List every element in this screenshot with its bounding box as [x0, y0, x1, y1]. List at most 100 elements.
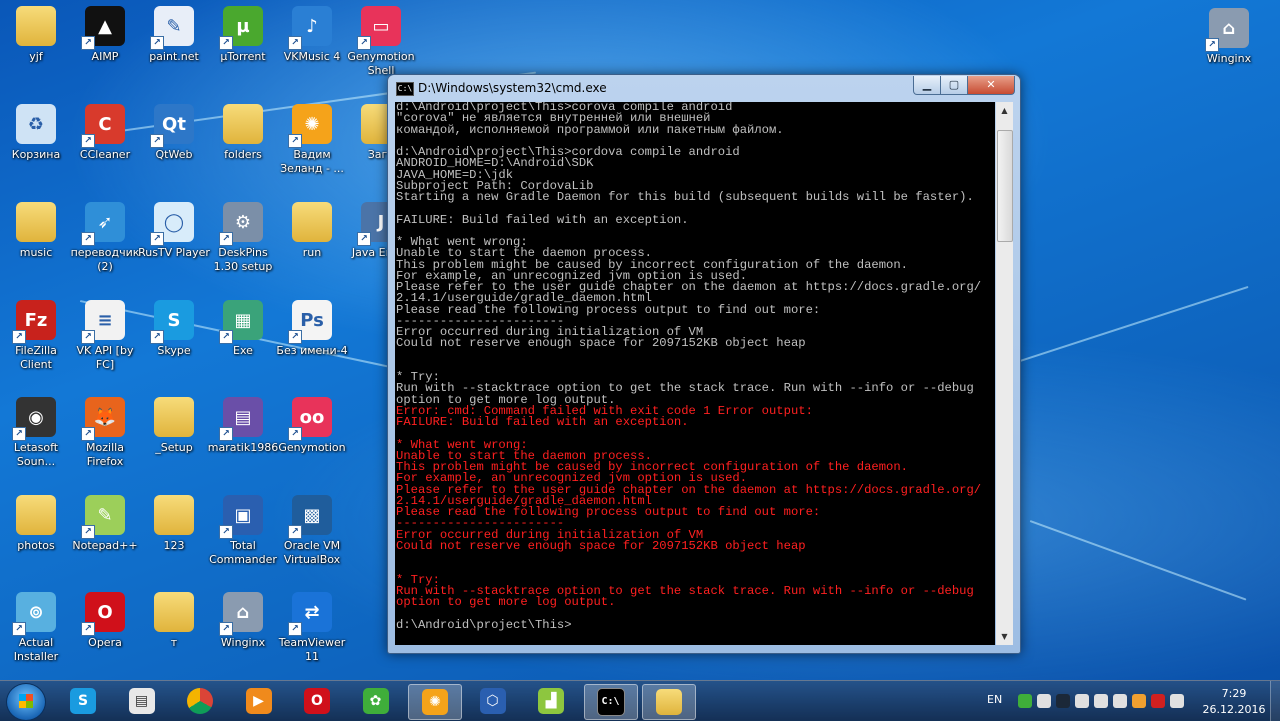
desktop-icon[interactable]: ▦ ↗ Exe — [207, 300, 279, 358]
vertical-scrollbar[interactable]: ▲ ▼ — [996, 102, 1013, 645]
taskbar-button[interactable] — [174, 684, 226, 718]
desktop-icon[interactable]: ♻ Корзина — [0, 104, 72, 162]
desktop-icon[interactable]: oo ↗ Genymotion — [276, 397, 348, 455]
close-button[interactable]: ✕ — [967, 76, 1015, 95]
desktop-icon[interactable]: ≡ ↗ VK API [by FC] — [69, 300, 141, 372]
shortcut-arrow-icon: ↗ — [288, 134, 302, 148]
desktop-icon-label: Skype — [157, 344, 191, 357]
desktop-icon[interactable]: photos — [0, 495, 72, 553]
desktop-icon-label: CCleaner — [79, 148, 131, 161]
cmd-titlebar[interactable]: C:\ D:\Windows\system32\cmd.exe ▁ ▢ ✕ — [388, 75, 1020, 101]
desktop-icon[interactable]: O ↗ Opera — [69, 592, 141, 650]
desktop-icon[interactable]: ✺ ↗ Вадим Зеланд - ... — [276, 104, 348, 176]
desktop-icon[interactable]: ➶ ↗ переводчик (2) — [69, 202, 141, 274]
shortcut-arrow-icon: ↗ — [288, 427, 302, 441]
desktop-icon[interactable]: S ↗ Skype — [138, 300, 210, 358]
desktop-icon[interactable]: ▣ ↗ Total Commander — [207, 495, 279, 567]
desktop-icon[interactable]: ⊚ ↗ Actual Installer — [0, 592, 72, 664]
shortcut-arrow-icon: ↗ — [81, 36, 95, 50]
shortcut-arrow-icon: ↗ — [81, 622, 95, 636]
start-button[interactable] — [6, 683, 46, 721]
network-icon[interactable] — [1113, 694, 1127, 708]
desktop-icon[interactable]: 123 — [138, 495, 210, 553]
desktop-icon[interactable]: run — [276, 202, 348, 260]
desktop-icon[interactable]: yjf — [0, 6, 72, 64]
desktop-icon[interactable]: ◉ ↗ Letasoft Soun... — [0, 397, 72, 469]
console-line: d:\Android\project\This> — [396, 617, 572, 632]
desktop-icon-label: 123 — [163, 539, 185, 552]
desktop-icon[interactable]: 🦊 ↗ Mozilla Firefox — [69, 397, 141, 469]
qtweb-icon: Qt ↗ — [150, 104, 194, 148]
clover-icon[interactable] — [1018, 694, 1032, 708]
desktop-icon[interactable]: ⌂ ↗ Winginx — [1193, 8, 1265, 66]
desktop-icon[interactable]: ⚙ ↗ DeskPins 1.30 setup — [207, 202, 279, 274]
teamviewer-icon: ⇄ ↗ — [288, 592, 332, 636]
browser-icon[interactable] — [1132, 694, 1146, 708]
vkmusic-icon: ♪ ↗ — [288, 6, 332, 50]
scrollbar-thumb[interactable] — [997, 130, 1013, 242]
desktop-icon[interactable]: music — [0, 202, 72, 260]
taskbar-button[interactable]: ▟ — [525, 684, 577, 718]
genymotion-shell-icon: ▭ ↗ — [357, 6, 401, 50]
desktop-icon[interactable]: ✎ ↗ paint.net — [138, 6, 210, 64]
taskbar-button[interactable] — [642, 684, 696, 720]
cmd-window[interactable]: C:\ D:\Windows\system32\cmd.exe ▁ ▢ ✕ d:… — [387, 74, 1021, 654]
scroll-down-icon[interactable]: ▼ — [996, 628, 1013, 645]
desktop-icon[interactable]: ▩ ↗ Oracle VM VirtualBox — [276, 495, 348, 567]
winginx-icon: ⌂ ↗ — [1205, 8, 1249, 52]
desktop-icon[interactable]: ▲ ↗ AIMP — [69, 6, 141, 64]
desktop-icon[interactable]: ◯ ↗ RusTV Player — [138, 202, 210, 260]
desktop-icon[interactable]: ✎ ↗ Notepad++ — [69, 495, 141, 553]
desktop-icon[interactable]: folders — [207, 104, 279, 162]
desktop-icon-label: FileZilla Client — [15, 344, 57, 371]
desktop-icon[interactable]: Qt ↗ QtWeb — [138, 104, 210, 162]
flag-icon[interactable] — [1037, 694, 1051, 708]
taskbar-button[interactable]: ✺ — [408, 684, 462, 720]
taskbar-button[interactable]: ✿ — [350, 684, 402, 718]
error-icon[interactable] — [1151, 694, 1165, 708]
desktop-icon-label: Winginx — [1206, 52, 1252, 65]
taskbar-button[interactable]: C:\ — [583, 684, 638, 720]
shortcut-arrow-icon: ↗ — [219, 232, 233, 246]
taskbar-button[interactable]: ▤ — [116, 684, 168, 718]
desktop-icon[interactable]: т — [138, 592, 210, 650]
scroll-up-icon[interactable]: ▲ — [996, 102, 1013, 119]
maximize-button[interactable]: ▢ — [940, 76, 968, 95]
desktop-icon[interactable]: Ps ↗ Без имени-4 — [276, 300, 348, 358]
desktop-icon-label: Без имени-4 — [276, 344, 348, 357]
action-center-icon[interactable] — [1170, 694, 1184, 708]
show-desktop-button[interactable] — [1270, 681, 1280, 721]
desktop-icon[interactable]: ♪ ↗ VKMusic 4 — [276, 6, 348, 64]
desktop-icon-label: maratik1986 — [207, 441, 279, 454]
chart-app-icon: ▟ — [538, 688, 564, 714]
volume-icon[interactable] — [1075, 694, 1089, 708]
console-output[interactable]: d:\Android\project\This>corova compile a… — [395, 102, 995, 645]
taskbar-button[interactable]: S — [57, 684, 109, 718]
notepadpp-icon: ✎ ↗ — [81, 495, 125, 539]
shortcut-arrow-icon: ↗ — [81, 330, 95, 344]
console-error-line: FAILURE: Build failed with an exception. — [396, 415, 689, 429]
taskbar-button[interactable]: O — [291, 684, 343, 718]
clock-date[interactable]: 26.12.2016 — [1199, 703, 1269, 716]
desktop-icon-label: µTorrent — [220, 50, 266, 63]
desktop-icon[interactable]: ▤ ↗ maratik1986 — [207, 397, 279, 455]
shortcut-arrow-icon: ↗ — [288, 36, 302, 50]
steam-icon[interactable] — [1056, 694, 1070, 708]
desktop-icon[interactable]: ▭ ↗ Genymotion Shell — [345, 6, 417, 78]
clock-time[interactable]: 7:29 — [1214, 687, 1254, 700]
taskbar-button[interactable]: ▶ — [233, 684, 285, 718]
language-indicator[interactable]: EN — [987, 693, 1002, 706]
desktop-icon[interactable]: ⇄ ↗ TeamViewer 11 — [276, 592, 348, 664]
desktop-icon[interactable]: Fz ↗ FileZilla Client — [0, 300, 72, 372]
signal-icon[interactable] — [1094, 694, 1108, 708]
desktop-icon-label: photos — [17, 539, 55, 552]
desktop-icon[interactable]: ⌂ ↗ Winginx — [207, 592, 279, 650]
desktop-icon[interactable]: µ ↗ µTorrent — [207, 6, 279, 64]
orange-slice-icon: ✺ ↗ — [288, 104, 332, 148]
taskbar-button[interactable]: ⬡ — [467, 684, 519, 718]
minimize-button[interactable]: ▁ — [913, 76, 941, 95]
desktop-icon-label: QtWeb — [155, 148, 193, 161]
shortcut-arrow-icon: ↗ — [219, 36, 233, 50]
desktop-icon[interactable]: _Setup — [138, 397, 210, 455]
desktop-icon[interactable]: C ↗ CCleaner — [69, 104, 141, 162]
